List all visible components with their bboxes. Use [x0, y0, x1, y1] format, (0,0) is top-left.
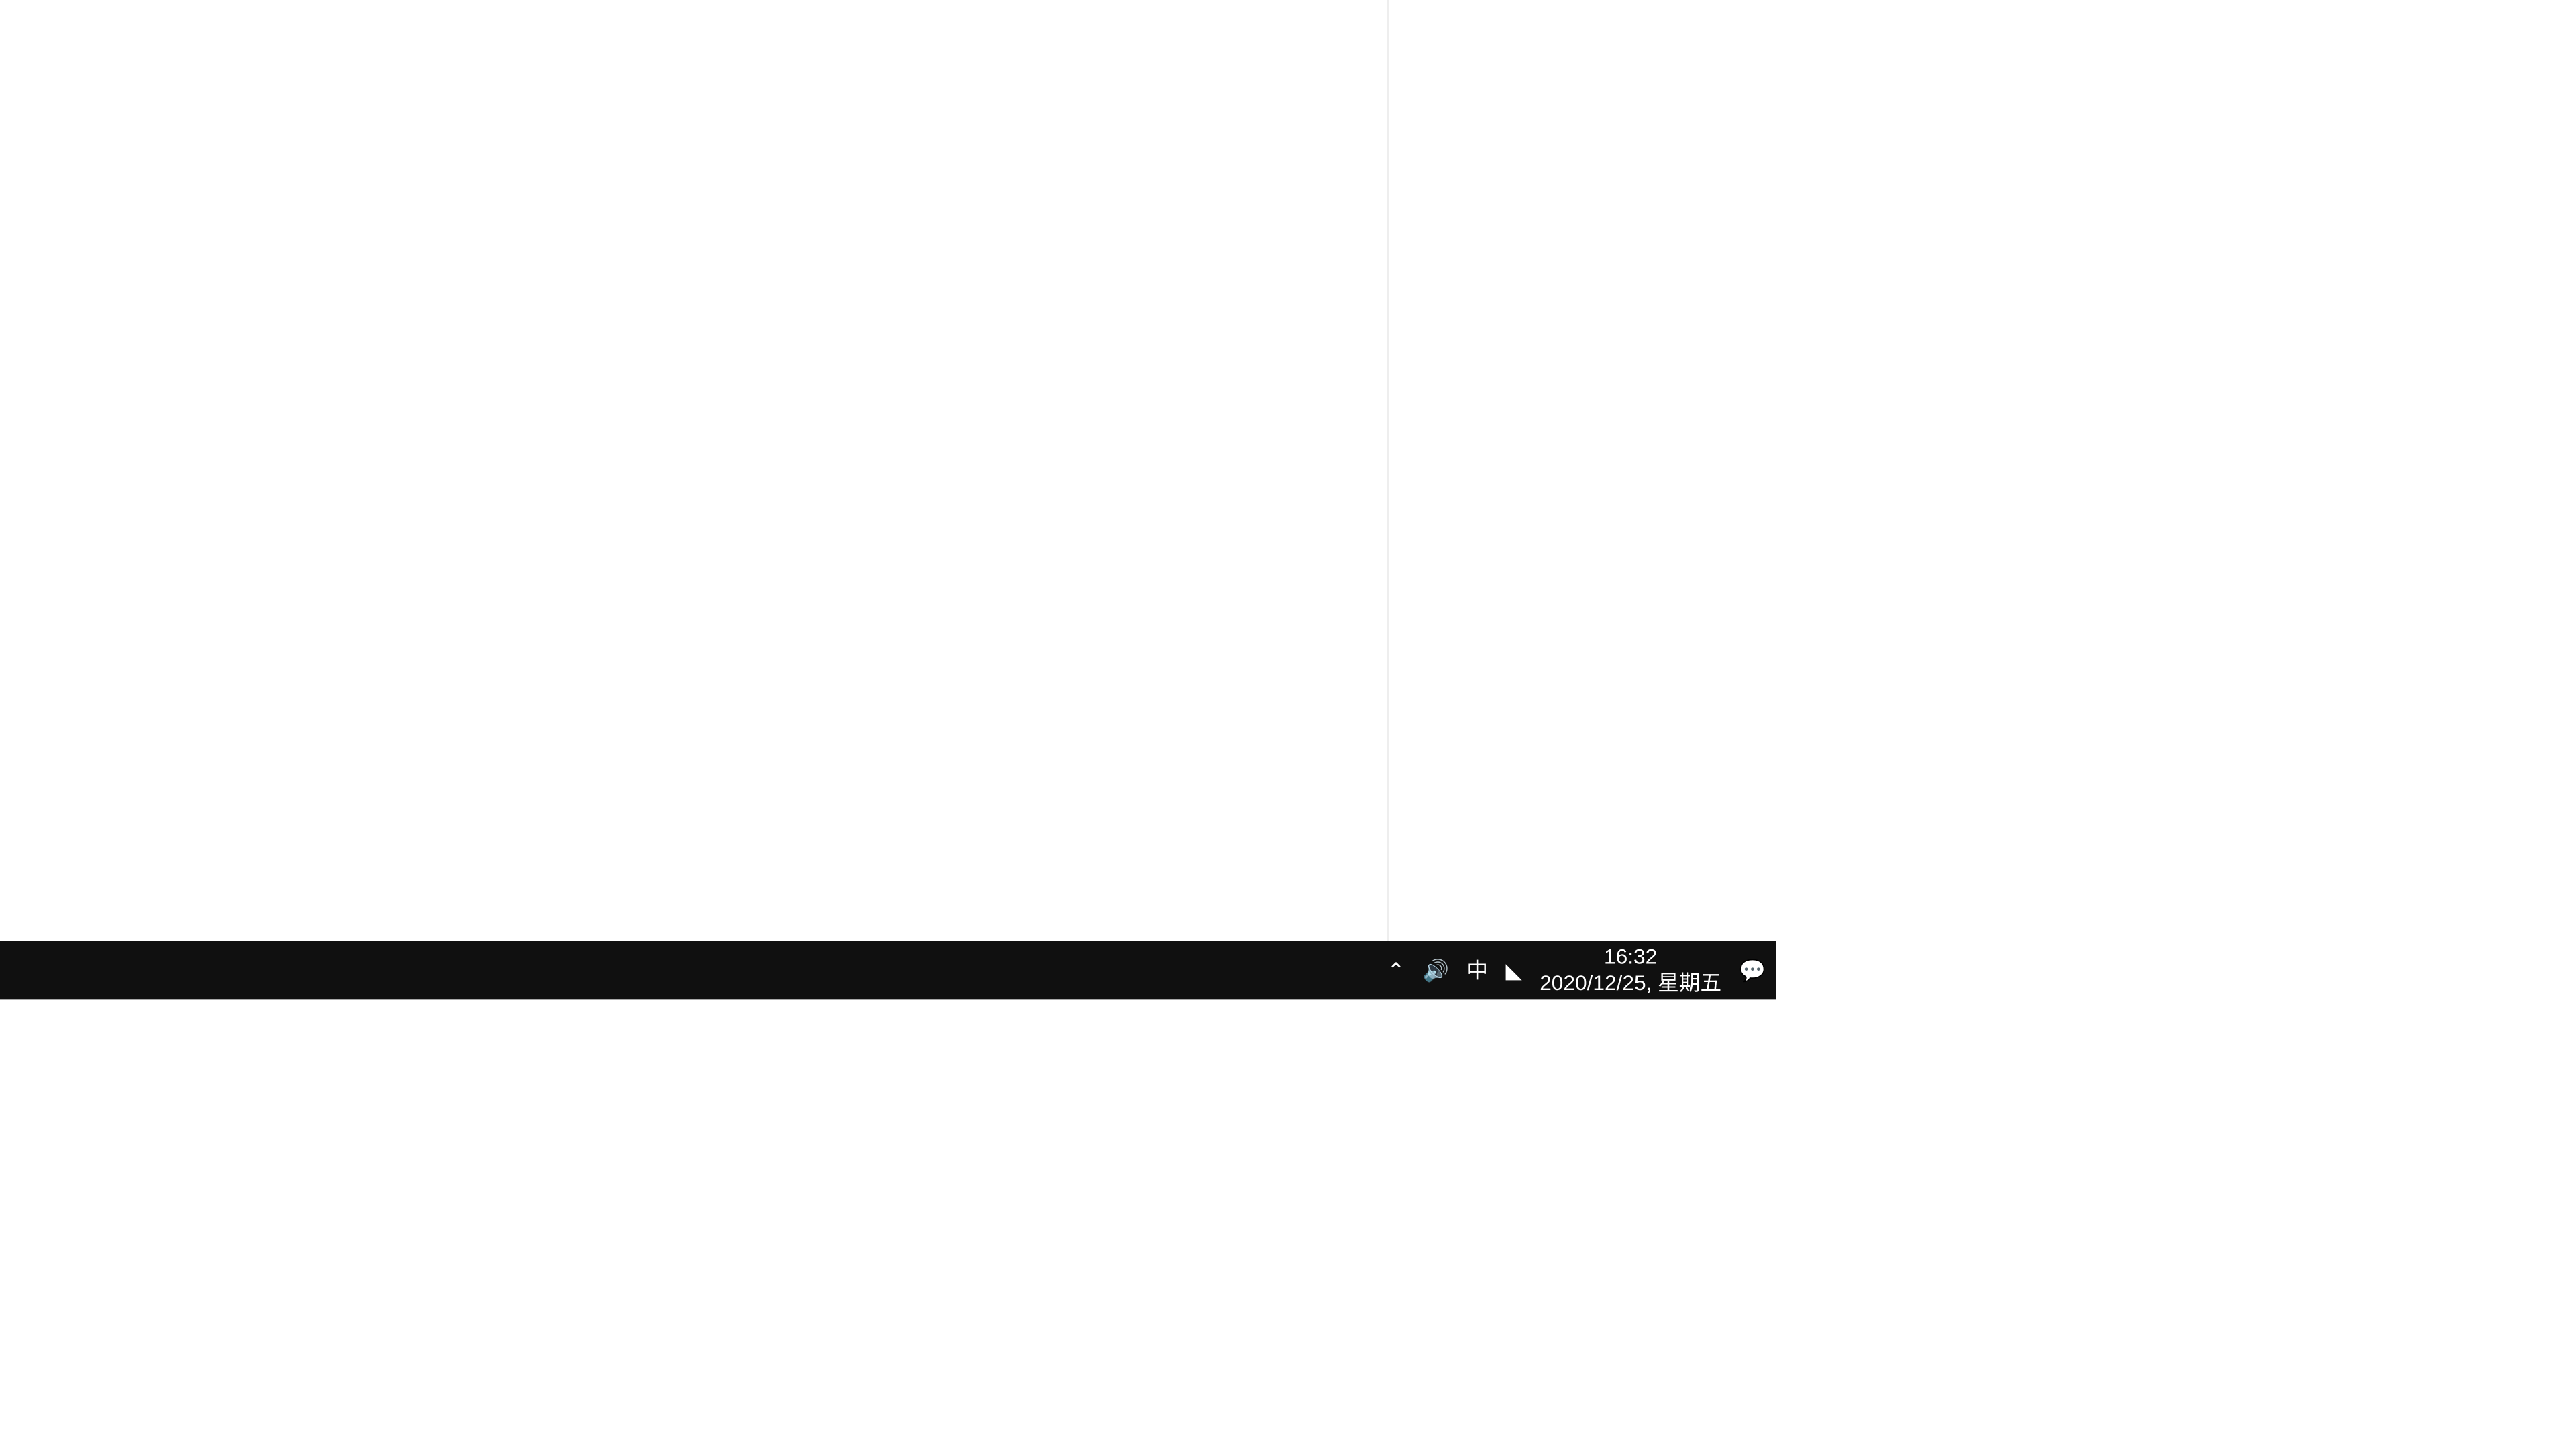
ime-indicator[interactable]: 中 [1466, 955, 1488, 985]
volume-icon[interactable]: 🔊 [1423, 957, 1449, 982]
file-list-pane: 名称▴ 修改日期 类型 大小 📁12020/12/15, 星期二 1...文件夹… [0, 0, 1387, 941]
action-center-icon[interactable]: 💬 [1739, 957, 1765, 982]
system-tray[interactable]: ⌃ 🔊 中 ◣ 16:32 2020/12/25, 星期五 💬 [1387, 941, 1776, 999]
details-pane: 3 个项目 [1387, 0, 1776, 941]
clock-date: 2020/12/25, 星期五 [1540, 970, 1721, 996]
main-area: ★快速访问▸Desktop📌▸下载📌📁文档📌▸图片📌📁excel表格制作求和📌▸… [0, 0, 1776, 941]
clock-time: 16:32 [1540, 945, 1721, 970]
clock[interactable]: 16:32 2020/12/25, 星期五 [1540, 945, 1721, 996]
tray-app-icon[interactable]: ◣ [1505, 957, 1521, 982]
tray-overflow-icon[interactable]: ⌃ [1387, 957, 1405, 982]
taskbar[interactable]: ⌕ ⧉ 📁 ⌃ 🔊 中 ◣ 16:32 2020/12/25, 星期五 💬 [0, 941, 1776, 999]
